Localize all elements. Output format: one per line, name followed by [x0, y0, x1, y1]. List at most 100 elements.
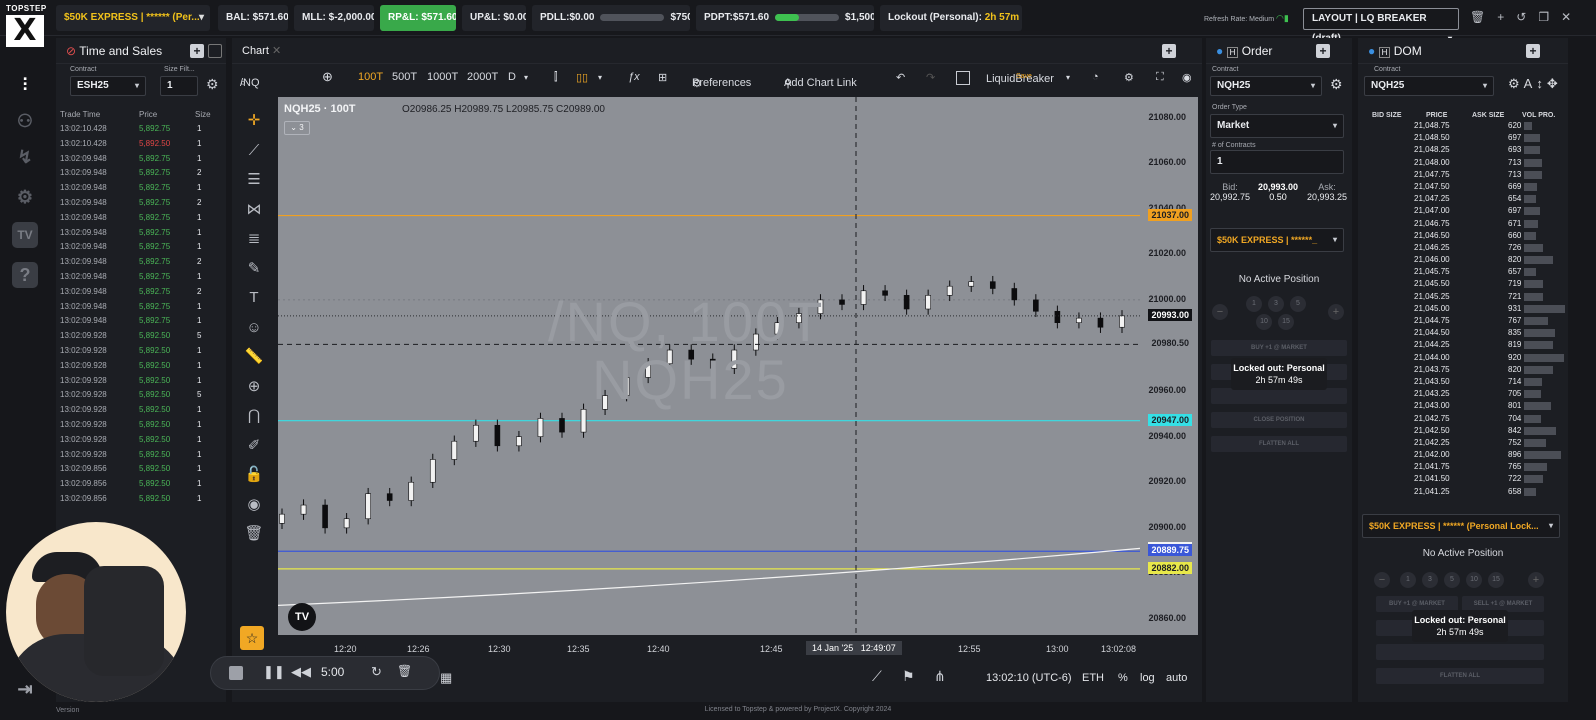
- dom-row[interactable]: 21,047.50 669: [1372, 181, 1568, 193]
- crosshair-icon[interactable]: ✛: [240, 106, 268, 136]
- restore-icon[interactable]: ❐: [1538, 10, 1561, 24]
- dom-row[interactable]: 21,047.25 654: [1372, 193, 1568, 205]
- qty-button-1[interactable]: 1: [1400, 572, 1416, 588]
- interval-1000t[interactable]: 1000T: [427, 71, 458, 83]
- dom-row[interactable]: 21,042.50 842: [1372, 425, 1568, 437]
- buy-market-button[interactable]: BUY +1 @ MARKET: [1211, 340, 1347, 356]
- dom-row[interactable]: 21,045.75 657: [1372, 266, 1568, 278]
- interval-500t[interactable]: 500T: [392, 71, 417, 83]
- dom-row[interactable]: 21,045.00 931: [1372, 303, 1568, 315]
- dom-row[interactable]: 21,041.50 722: [1372, 473, 1568, 485]
- plus-button[interactable]: +: [1528, 572, 1544, 588]
- dom-row[interactable]: 21,043.00 801: [1372, 400, 1568, 412]
- join-button[interactable]: [1211, 388, 1347, 404]
- emoji-icon[interactable]: ☺: [240, 313, 268, 343]
- add-panel-icon[interactable]: +: [190, 44, 204, 58]
- dom-row[interactable]: 21,046.50 660: [1372, 230, 1568, 242]
- dom-flatten-button[interactable]: FLATTEN ALL: [1376, 668, 1544, 684]
- ruler-icon[interactable]: 📏: [240, 342, 268, 372]
- magnet-icon[interactable]: ⋂: [240, 401, 268, 431]
- layout-selector[interactable]: LAYOUT | LQ BREAKER (draft)▾: [1303, 8, 1459, 44]
- dom-account-select[interactable]: $50K EXPRESS | ****** (Personal Lock... ▾: [1362, 514, 1560, 538]
- settings-icon[interactable]: ⚙: [1124, 71, 1134, 84]
- dom-row[interactable]: 21,047.75 713: [1372, 169, 1568, 181]
- camera-icon[interactable]: ◉: [1182, 71, 1192, 84]
- plus-button[interactable]: +: [1328, 304, 1344, 320]
- stop-icon[interactable]: [229, 666, 243, 680]
- brush-icon[interactable]: ✎: [240, 254, 268, 284]
- flag-icon[interactable]: ⚑: [902, 668, 915, 685]
- dom-row[interactable]: 21,045.50 719: [1372, 278, 1568, 290]
- dom-row[interactable]: 21,046.25 726: [1372, 242, 1568, 254]
- size-filter-input[interactable]: 1: [160, 76, 198, 96]
- tree-icon[interactable]: ⋔: [934, 668, 946, 685]
- undo-icon[interactable]: ↶: [896, 71, 905, 84]
- dom-row[interactable]: 21,043.75 820: [1372, 364, 1568, 376]
- close-icon[interactable]: ✕: [272, 45, 281, 57]
- qty-button-15[interactable]: 15: [1278, 314, 1294, 330]
- move-icon[interactable]: ✥: [1547, 76, 1562, 91]
- dom-row[interactable]: 21,044.50 835: [1372, 327, 1568, 339]
- dom-row[interactable]: 21,044.00 920: [1372, 352, 1568, 364]
- gear-icon[interactable]: ⚙: [1330, 76, 1343, 93]
- dom-row[interactable]: 21,043.25 705: [1372, 388, 1568, 400]
- nav-tv-icon[interactable]: TV: [12, 222, 38, 248]
- trash-icon[interactable]: 🗑: [397, 664, 412, 678]
- horizontal-lines-icon[interactable]: ☰: [240, 165, 268, 195]
- add-icon[interactable]: +: [1497, 10, 1516, 24]
- drawing-line-icon[interactable]: ⟋: [872, 668, 882, 685]
- qty-button-1[interactable]: 1: [1246, 296, 1262, 312]
- fullscreen-icon[interactable]: ⛶: [1156, 71, 1164, 84]
- maximize-icon[interactable]: [208, 44, 222, 58]
- dom-row[interactable]: 21,048.00 713: [1372, 157, 1568, 169]
- account-selector[interactable]: $50K EXPRESS | ****** (Per... ▾: [56, 5, 210, 31]
- log-toggle[interactable]: log: [1140, 672, 1155, 684]
- pattern-icon[interactable]: ⋈: [240, 195, 268, 225]
- close-position-button[interactable]: CLOSE POSITION: [1211, 412, 1347, 428]
- dom-row[interactable]: 21,048.50 697: [1372, 132, 1568, 144]
- qty-button-3[interactable]: 3: [1422, 572, 1438, 588]
- nav-stats-icon[interactable]: ↯: [12, 144, 38, 170]
- templates-icon[interactable]: ⊞: [658, 71, 667, 84]
- nav-settings-icon[interactable]: ⚙: [12, 184, 38, 210]
- chart-plot-area[interactable]: NQH25 · 100T O20986.25 H20989.75 L20985.…: [278, 97, 1198, 635]
- alert-icon[interactable]: ◔: [1092, 71, 1099, 83]
- nav-trading-icon[interactable]: ⫶: [12, 72, 38, 98]
- percent-toggle[interactable]: %: [1118, 672, 1128, 684]
- interval-100t[interactable]: 100T: [358, 71, 383, 83]
- nav-users-icon[interactable]: ⚇: [12, 108, 38, 134]
- gear-icon[interactable]: ⚙: [1508, 76, 1524, 91]
- chevron-down-icon[interactable]: ▾: [598, 73, 602, 82]
- pause-icon[interactable]: ❚❚: [263, 664, 285, 680]
- qty-button-5[interactable]: 5: [1444, 572, 1460, 588]
- interval-d[interactable]: D: [508, 71, 516, 83]
- session-toggle[interactable]: ETH: [1082, 672, 1104, 684]
- calendar-icon[interactable]: ▦: [440, 670, 452, 686]
- dom-row[interactable]: 21,044.25 819: [1372, 339, 1568, 351]
- close-icon[interactable]: ✕: [1561, 10, 1583, 24]
- interval-2000t[interactable]: 2000T: [467, 71, 498, 83]
- text-icon[interactable]: T: [240, 283, 268, 313]
- dom-contract-select[interactable]: NQH25 ▾: [1364, 76, 1494, 96]
- fib-icon[interactable]: ≣: [240, 224, 268, 254]
- contract-select[interactable]: ESH25 ▾: [70, 76, 146, 96]
- dom-close-button[interactable]: [1376, 644, 1544, 660]
- legend-collapse[interactable]: ⌄ 3: [284, 121, 310, 135]
- qty-button-3[interactable]: 3: [1268, 296, 1284, 312]
- minus-button[interactable]: −: [1212, 304, 1228, 320]
- dom-row[interactable]: 21,042.75 704: [1372, 413, 1568, 425]
- dom-row[interactable]: 21,041.75 765: [1372, 461, 1568, 473]
- favorite-star-icon[interactable]: ☆: [240, 626, 264, 650]
- pencil-lock-icon[interactable]: ✐: [240, 431, 268, 461]
- minus-button[interactable]: −: [1374, 572, 1390, 588]
- qty-button-10[interactable]: 10: [1256, 314, 1272, 330]
- order-contract-select[interactable]: NQH25 ▾: [1210, 76, 1322, 96]
- trash-icon[interactable]: 🗑: [1470, 10, 1497, 24]
- dom-row[interactable]: 21,042.25 752: [1372, 437, 1568, 449]
- add-panel-icon[interactable]: +: [1526, 44, 1540, 58]
- chevron-down-icon[interactable]: ▾: [524, 73, 528, 82]
- nav-help-icon[interactable]: ?: [12, 262, 38, 288]
- rewind-icon[interactable]: ◀◀: [291, 664, 311, 680]
- order-account-select[interactable]: $50K EXPRESS | ******_ ▾: [1210, 228, 1344, 252]
- dom-row[interactable]: 21,048.75 620: [1372, 120, 1568, 132]
